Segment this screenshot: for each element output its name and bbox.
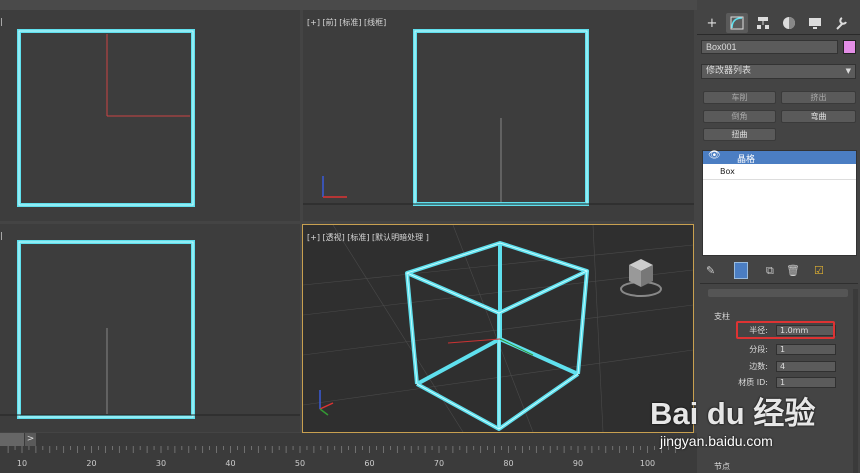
rollout-header[interactable]	[708, 289, 848, 297]
modifier-list-label: 修改器列表	[706, 66, 752, 76]
configure-sets-icon[interactable]: ☑	[814, 264, 824, 277]
viewport-front-canvas	[303, 29, 694, 206]
baidu-watermark-logo: Bai du 经验	[650, 396, 816, 431]
stack-item-lattice[interactable]: 👁 晶格	[703, 150, 856, 165]
timeline-tick-label: 60	[364, 459, 375, 468]
timeline-tick-label: 20	[86, 459, 97, 468]
param-label: 材质 ID:	[738, 378, 768, 387]
stack-item-label: Box	[720, 167, 735, 176]
show-end-result-icon[interactable]	[734, 262, 748, 279]
create-icon[interactable]: +	[701, 13, 723, 33]
viewport-perspective-canvas	[303, 225, 693, 432]
viewport-top[interactable]: |	[0, 10, 300, 221]
stack-item-label: 晶格	[737, 155, 756, 165]
modifier-stack[interactable]: 👁 晶格 Box	[702, 150, 857, 256]
viewport-top-canvas	[17, 29, 195, 207]
top-strip	[0, 0, 697, 10]
display-icon[interactable]	[804, 13, 826, 33]
rollout-scrollbar[interactable]	[853, 289, 858, 473]
timeline-tick-label: 40	[225, 459, 236, 468]
eye-icon[interactable]: 👁	[708, 150, 721, 161]
panel-divider	[697, 34, 860, 35]
timeline-ticks	[7, 446, 683, 453]
time-slider[interactable]: >	[0, 433, 697, 446]
viewport-left[interactable]: |	[0, 224, 300, 432]
param-sides[interactable]: 边数: 4	[720, 361, 840, 373]
param-label: 边数:	[749, 362, 768, 371]
modify-icon[interactable]	[726, 13, 748, 33]
param-segments[interactable]: 分段: 1	[720, 344, 840, 356]
param-label: 分段:	[749, 345, 768, 354]
baidu-watermark: Bai du 经验 jingyan.baidu.com	[650, 388, 845, 463]
motion-icon[interactable]	[778, 13, 800, 33]
timeline-tick-label: 50	[294, 459, 306, 468]
timeline-tick-label: 90	[572, 459, 584, 468]
remove-modifier-icon[interactable]: 🗑	[786, 264, 800, 277]
modifier-list-dropdown[interactable]: 修改器列表 ▼	[701, 64, 856, 79]
radius-highlight	[736, 321, 835, 339]
stack-item-box[interactable]: Box	[703, 166, 856, 180]
viewport-left-canvas	[0, 240, 300, 419]
hierarchy-icon[interactable]	[752, 13, 774, 33]
make-unique-icon[interactable]: ⧉	[766, 264, 774, 278]
modifier-button-lathe[interactable]: 车削	[703, 91, 776, 104]
timeline-track[interactable]: 10 20 30 40 50 60 70 80 90 100	[0, 446, 697, 473]
viewport-front[interactable]: [+] [前] [标准] [线框]	[303, 10, 694, 221]
timeline-tick-label: 30	[155, 459, 167, 468]
pin-stack-icon[interactable]: ✎	[706, 264, 715, 277]
modifier-button-twist[interactable]: 扭曲	[703, 128, 776, 141]
viewport-perspective[interactable]: [+] [透视] [标准] [默认明暗处理 ]	[302, 224, 694, 433]
segments-input[interactable]: 1	[776, 344, 836, 355]
time-slider-thumb[interactable]	[0, 433, 24, 446]
panel-divider	[700, 283, 858, 284]
object-color-swatch[interactable]	[843, 40, 856, 54]
modifier-button-bend[interactable]: 弯曲	[781, 110, 856, 123]
timeline-tick-label: 70	[433, 459, 445, 468]
chevron-down-icon: ▼	[845, 67, 851, 75]
utilities-icon[interactable]	[830, 13, 852, 33]
modifier-button-bevel[interactable]: 倒角	[703, 110, 776, 123]
material-id-input[interactable]: 1	[776, 377, 836, 388]
struts-group-label: 支柱	[714, 312, 730, 321]
modifier-button-extrude[interactable]: 挤出	[781, 91, 856, 104]
object-name-input[interactable]	[701, 40, 838, 54]
baidu-watermark-url: jingyan.baidu.com	[660, 433, 773, 449]
timeline-tick-label: 80	[503, 459, 514, 468]
timeline-tick-label: 10	[16, 459, 28, 468]
time-slider-next-button[interactable]: >	[25, 433, 36, 446]
sides-input[interactable]: 4	[776, 361, 836, 372]
